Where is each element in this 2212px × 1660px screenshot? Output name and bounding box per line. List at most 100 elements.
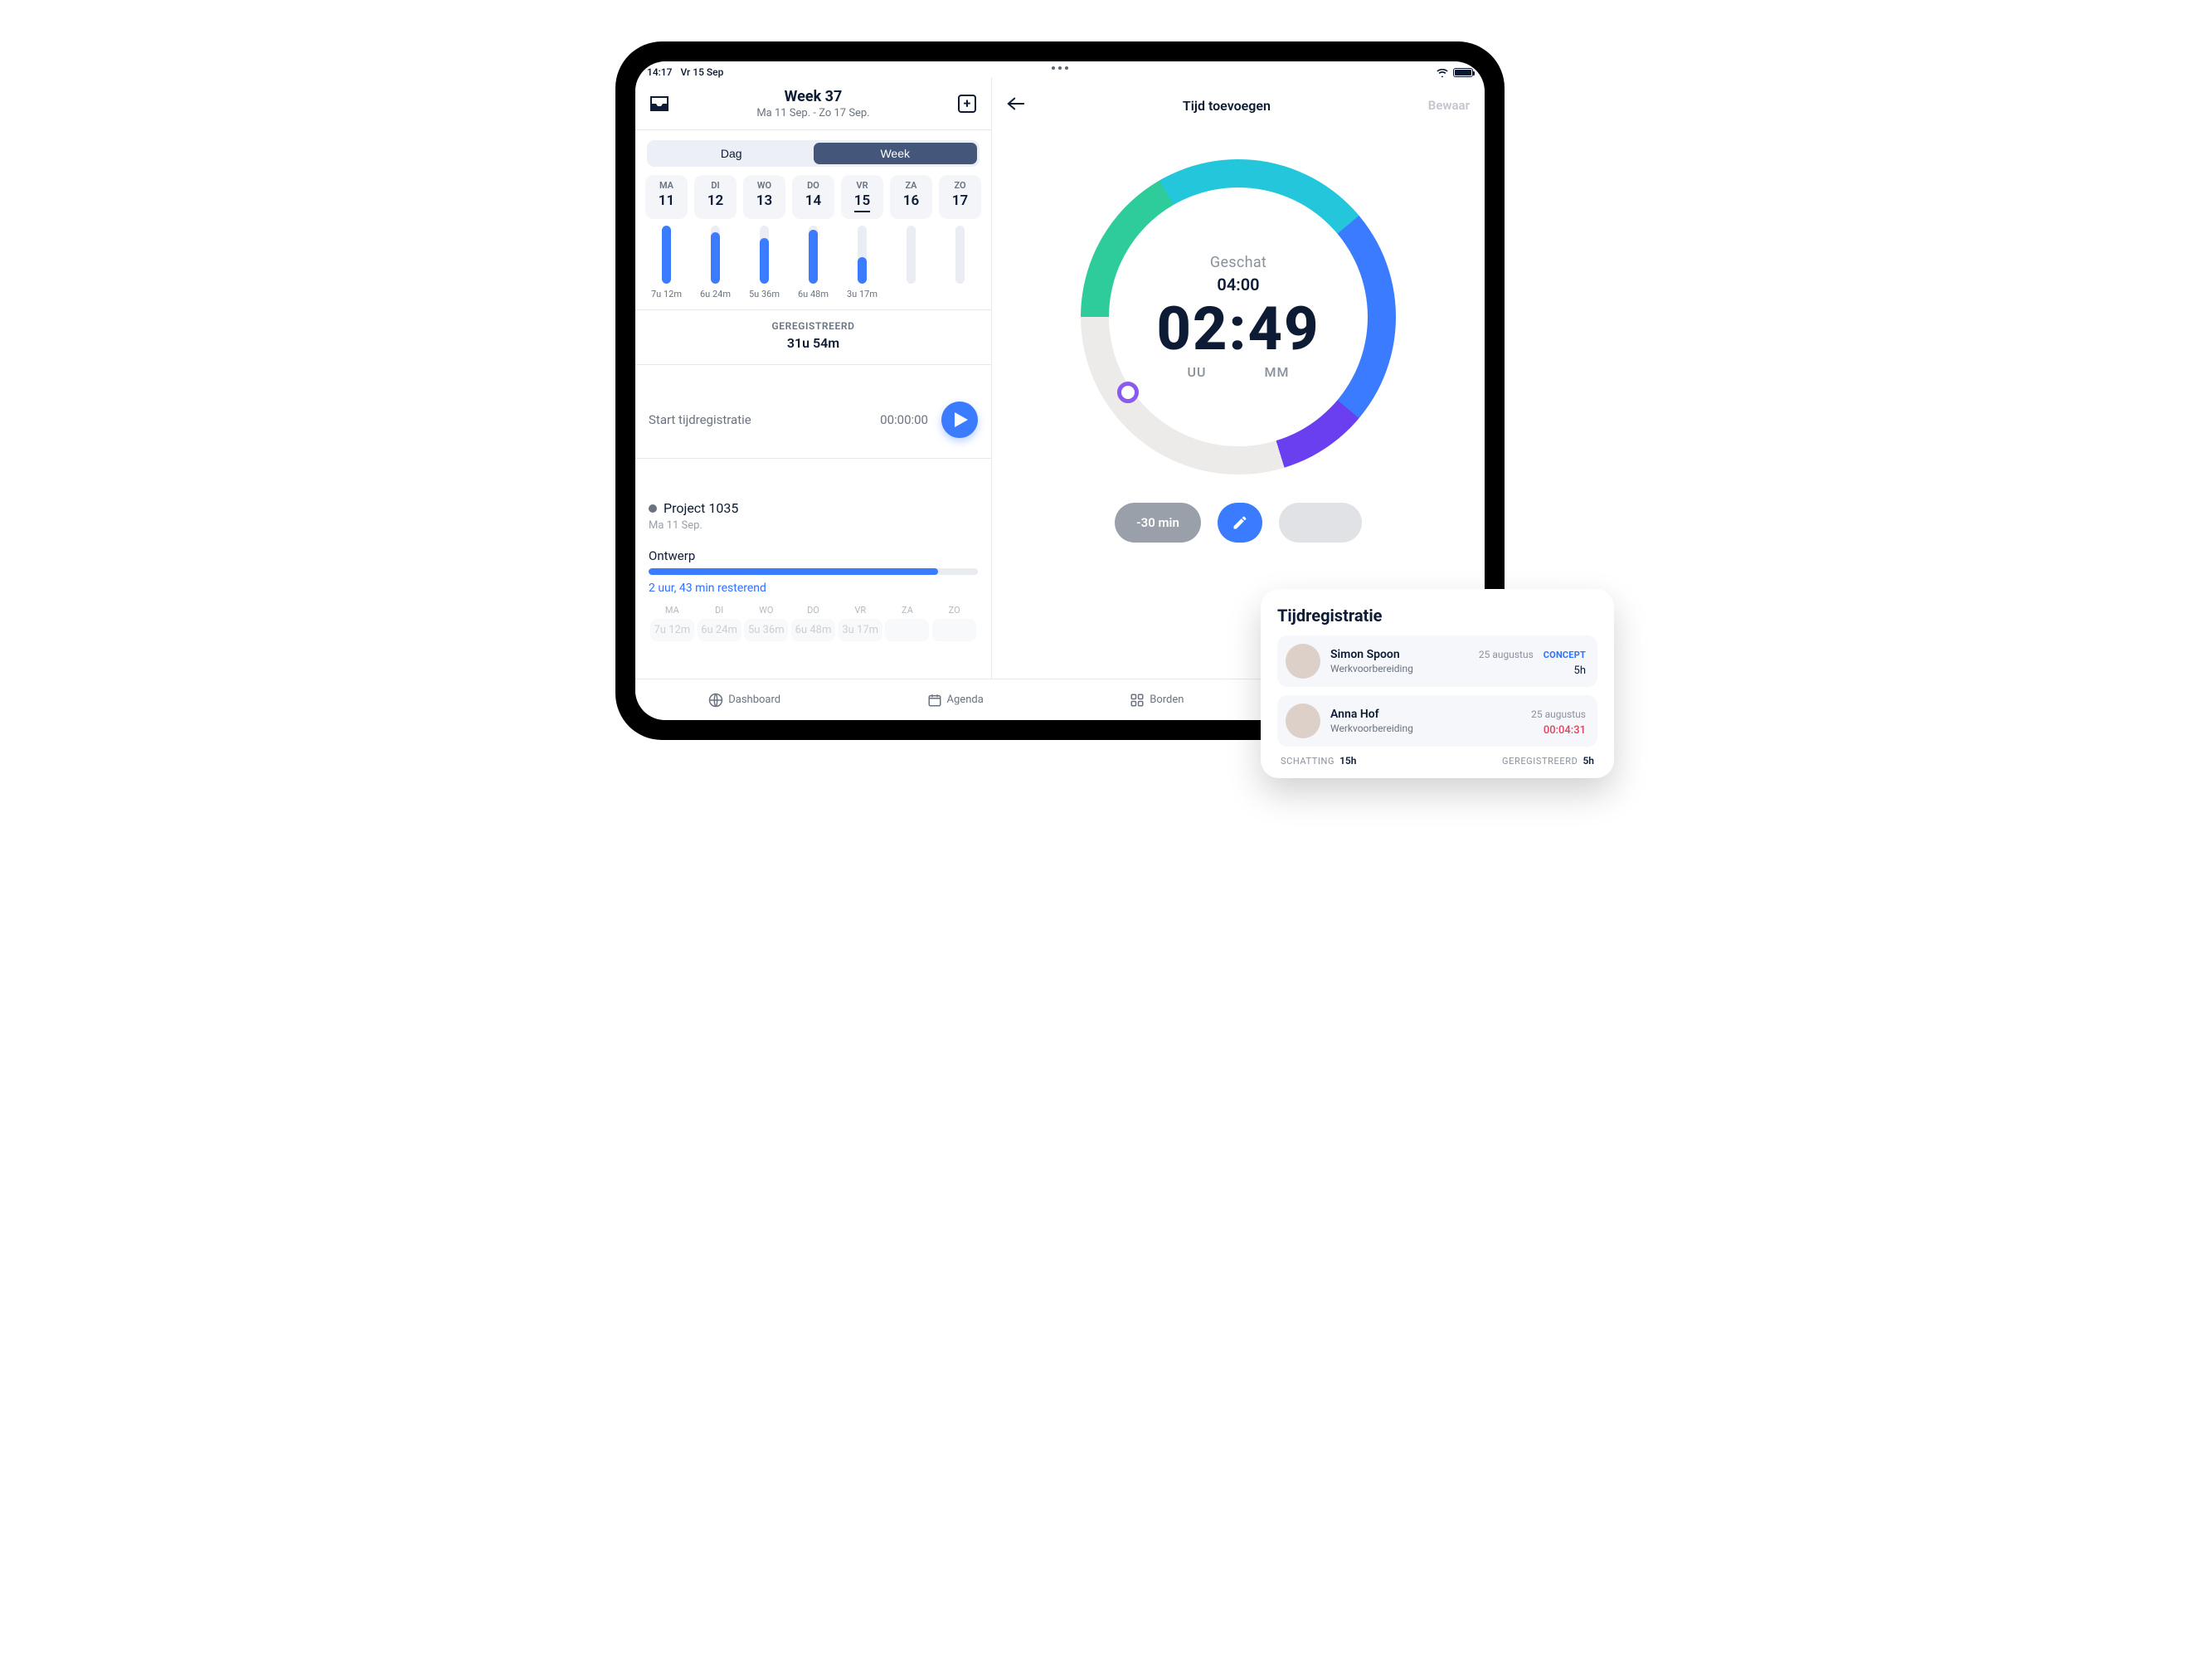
entry-name: Anna Hof (1330, 708, 1521, 721)
day-number: 17 (939, 192, 981, 209)
day-number: 12 (694, 192, 737, 209)
week-bar-chart (635, 226, 991, 284)
nav-dashboard[interactable]: Dashboard (708, 693, 780, 708)
mini-day-value: 3u 17m (839, 619, 882, 641)
estimate-value: 04:00 (1217, 275, 1259, 295)
plus-icon (958, 95, 976, 113)
dial-center: Geschat 04:00 02:49 UU MM (1109, 187, 1368, 446)
bar-fill (711, 232, 720, 284)
entry-running-time: 00:04:31 (1531, 724, 1586, 737)
summary-value: 31u 54m (635, 335, 991, 351)
pencil-icon (1232, 514, 1248, 531)
avatar (1286, 703, 1320, 738)
dial-time: 02:49 (1156, 299, 1320, 359)
estimate-label: Geschat (1210, 254, 1266, 271)
entry-row[interactable]: Simon Spoon Werkvoorbereiding 25 augustu… (1277, 635, 1597, 687)
header-title: Week 37 (670, 88, 956, 105)
save-button[interactable]: Bewaar (1428, 98, 1470, 113)
mini-day-label: ZA (884, 605, 931, 616)
nav-agenda[interactable]: Agenda (927, 693, 984, 708)
calendar-icon (927, 693, 942, 708)
mini-day-label: WO (742, 605, 790, 616)
minus-30-button[interactable]: -30 min (1115, 503, 1201, 543)
left-panel: Week 37 Ma 11 Sep. - Zo 17 Sep. Dag Week… (635, 78, 992, 718)
mini-day-label: VR (837, 605, 884, 616)
mini-day-label: DI (696, 605, 743, 616)
project-name: Project 1035 (664, 500, 738, 516)
project-card[interactable]: Project 1035 Ma 11 Sep. Ontwerp 2 uur, 4… (635, 484, 991, 646)
entry-sub: Werkvoorbereiding (1330, 723, 1521, 734)
day-number: 16 (890, 192, 932, 209)
bar-track (760, 226, 769, 284)
entry-date: 25 augustus (1479, 649, 1534, 660)
bottom-nav: Dashboard Agenda Borden Tijdregistr (635, 679, 992, 718)
day-cell[interactable]: DO14 (792, 175, 834, 219)
day-duration: 6u 24m (694, 289, 737, 299)
start-timer-value: 00:00:00 (880, 412, 928, 427)
overlay-est-label: SCHATTING (1281, 756, 1334, 767)
status-time: 14:17 (647, 66, 672, 78)
day-cell[interactable]: VR15 (841, 175, 883, 219)
status-bar: 14:17 Vr 15 Sep (635, 61, 1485, 78)
day-number: 15 (854, 192, 870, 212)
edit-button[interactable] (1218, 503, 1262, 543)
entry-date: 25 augustus (1531, 708, 1586, 720)
day-duration (939, 289, 981, 299)
remaining-label: 2 uur, 43 min resterend (649, 582, 978, 595)
mini-day-value (885, 619, 929, 641)
view-segment: Dag Week (647, 140, 980, 167)
progress-track (649, 568, 978, 575)
inbox-icon[interactable] (649, 93, 670, 114)
time-registration-overlay: Tijdregistratie Simon Spoon Werkvoorbere… (1261, 589, 1614, 778)
mini-day-label: ZO (931, 605, 978, 616)
overlay-reg-label: GEREGISTREERD (1502, 756, 1578, 767)
day-duration (890, 289, 932, 299)
bar-track (955, 226, 965, 284)
segment-dag[interactable]: Dag (649, 143, 814, 164)
play-button[interactable] (941, 402, 978, 438)
day-cell[interactable]: DI12 (694, 175, 737, 219)
concept-badge: CONCEPT (1544, 650, 1586, 660)
day-number: 11 (645, 192, 688, 209)
back-button[interactable] (1007, 96, 1025, 114)
day-abbr: MA (645, 180, 688, 191)
project-date: Ma 11 Sep. (649, 519, 978, 532)
day-duration: 5u 36m (743, 289, 785, 299)
day-abbr: DO (792, 180, 834, 191)
status-handle-icon (1052, 66, 1068, 70)
day-cell[interactable]: ZA16 (890, 175, 932, 219)
mini-day-value: 6u 48m (791, 619, 835, 641)
project-status-dot (649, 504, 657, 513)
project-task: Ontwerp (649, 548, 978, 563)
header-subtitle: Ma 11 Sep. - Zo 17 Sep. (670, 107, 956, 119)
overlay-title: Tijdregistratie (1277, 606, 1597, 626)
mini-day-label: DO (790, 605, 837, 616)
day-cell[interactable]: ZO17 (939, 175, 981, 219)
add-button[interactable] (956, 93, 978, 114)
entry-sub: Werkvoorbereiding (1330, 663, 1469, 674)
dial-knob[interactable] (1117, 382, 1139, 403)
day-abbr: DI (694, 180, 737, 191)
mini-day-value: 5u 36m (744, 619, 788, 641)
bar-track (809, 226, 818, 284)
day-cell[interactable]: MA11 (645, 175, 688, 219)
day-number: 13 (743, 192, 785, 209)
day-abbr: WO (743, 180, 785, 191)
right-title: Tijd toevoegen (1183, 98, 1271, 114)
globe-icon (708, 693, 723, 708)
avatar (1286, 644, 1320, 679)
day-cell[interactable]: WO13 (743, 175, 785, 219)
segment-week[interactable]: Week (814, 143, 978, 164)
summary-registered: GEREGISTREERD 31u 54m (635, 309, 991, 365)
entry-row[interactable]: Anna Hof Werkvoorbereiding 25 augustus 0… (1277, 695, 1597, 747)
day-abbr: ZO (939, 180, 981, 191)
entry-hours: 5h (1479, 664, 1586, 677)
time-dial[interactable]: Geschat 04:00 02:49 UU MM (1081, 159, 1396, 475)
bar-track (711, 226, 720, 284)
plus-30-button-hidden[interactable] (1279, 503, 1362, 543)
day-number: 14 (792, 192, 834, 209)
progress-fill (649, 568, 938, 575)
mini-day-value: 7u 12m (650, 619, 694, 641)
bar-track (858, 226, 867, 284)
start-timer-placeholder[interactable]: Start tijdregistratie (649, 412, 751, 427)
